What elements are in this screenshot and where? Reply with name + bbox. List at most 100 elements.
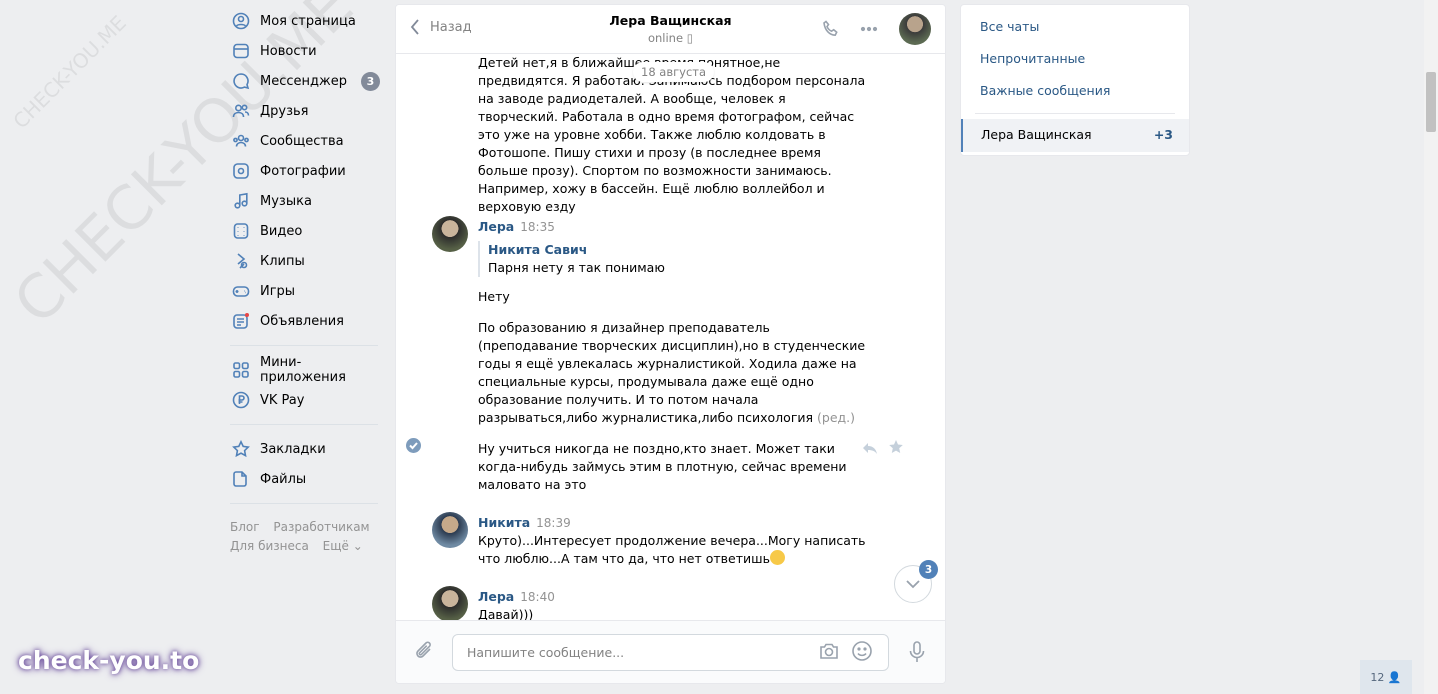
nav-item-files[interactable]: Файлы — [226, 464, 386, 494]
active-chat-item[interactable]: Лера Ващинская +3 — [961, 119, 1189, 152]
star-icon — [889, 440, 903, 453]
nav-divider — [230, 503, 378, 504]
peer-status-text: online — [647, 31, 684, 45]
nav-item-friends[interactable]: Друзья — [226, 96, 386, 126]
avatar[interactable] — [432, 216, 468, 252]
user-icon: 👤 — [1387, 670, 1402, 684]
photo-icon — [232, 162, 250, 180]
file-icon — [232, 470, 250, 488]
ads-icon — [232, 312, 250, 330]
page-scrollbar[interactable] — [1424, 0, 1438, 694]
date-separator: 18 августа — [633, 62, 715, 82]
message-text: По образованию я дизайнер преподаватель … — [478, 319, 868, 427]
chat-filter-panel: Все чаты Непрочитанные Важные сообщения … — [960, 4, 1190, 156]
message-body: По образованию я дизайнер преподаватель … — [478, 320, 866, 425]
nav-item-clips[interactable]: Клипы — [226, 246, 386, 276]
quote-author: Никита Савич — [488, 242, 588, 257]
author-name: Никита — [478, 515, 531, 530]
composer: Напишите сообщение... — [396, 620, 945, 683]
nav-label: Файлы — [260, 471, 307, 487]
message-text: Круто)...Интересует продолжение вечера..… — [478, 532, 868, 568]
unread-count-badge: 3 — [919, 560, 938, 579]
message-icon — [232, 72, 250, 90]
nav-label: Новости — [260, 43, 317, 59]
camera-icon — [820, 643, 838, 659]
attach-button[interactable] — [414, 640, 436, 666]
author-name: Лера — [478, 219, 515, 234]
avatar[interactable] — [432, 512, 468, 548]
watermark-text-small: CHECK-YOU.ME — [8, 10, 131, 134]
nav-label: Сообщества — [260, 133, 344, 149]
brand-watermark: check-you.to — [18, 646, 200, 675]
star-icon — [232, 440, 250, 458]
nav-item-music[interactable]: Музыка — [226, 186, 386, 216]
chevron-down-icon — [906, 580, 920, 589]
call-button[interactable] — [821, 19, 841, 43]
nav-item-games[interactable]: Игры — [226, 276, 386, 306]
nav-item-mini-apps[interactable]: Мини-приложения — [226, 355, 386, 385]
nav-item-video[interactable]: Видео — [226, 216, 386, 246]
author-name: Лера — [478, 589, 515, 604]
nav-item-ads[interactable]: Объявления — [226, 306, 386, 336]
checkmark-icon — [409, 442, 418, 450]
message-author[interactable]: Никита 18:39 — [478, 515, 571, 530]
filter-important[interactable]: Важные сообщения — [980, 83, 1110, 98]
online-friends-badge[interactable]: 12 👤 — [1360, 660, 1412, 694]
avatar[interactable] — [432, 586, 468, 621]
nav-footer: Блог Разработчикам Для бизнеса Ещё ⌄ — [226, 518, 386, 556]
message-body: Круто)...Интересует продолжение вечера..… — [478, 533, 866, 566]
microphone-icon — [909, 641, 925, 662]
nav-item-vk-pay[interactable]: VK Pay — [226, 385, 386, 415]
selected-check[interactable] — [406, 438, 421, 453]
nav-item-messenger[interactable]: Мессенджер 3 — [226, 66, 386, 96]
chat-header: Назад Лера Ващинская online ▯ — [396, 5, 945, 54]
nav-label: Друзья — [260, 103, 309, 119]
nav-item-my-page[interactable]: Моя страница — [226, 6, 386, 36]
message-text: Ну учиться никогда не поздно,кто знает. … — [478, 441, 847, 492]
message-history[interactable]: 18 августа Детей нет,я в ближайшее время… — [396, 54, 945, 621]
nav-item-bookmarks[interactable]: Закладки — [226, 434, 386, 464]
filter-all-chats[interactable]: Все чаты — [980, 19, 1039, 34]
nav-item-communities[interactable]: Сообщества — [226, 126, 386, 156]
vkpay-icon — [232, 391, 250, 409]
nav-item-photos[interactable]: Фотографии — [226, 156, 386, 186]
friends-icon — [232, 102, 250, 120]
more-dots-icon — [860, 26, 878, 32]
left-nav: Моя страница Новости Мессенджер 3 Друзья… — [226, 6, 386, 556]
message-time: 18:39 — [536, 516, 571, 530]
more-button[interactable] — [859, 19, 879, 43]
apps-icon — [232, 361, 250, 379]
filter-unread[interactable]: Непрочитанные — [980, 51, 1085, 66]
message-text: Давай))) — [478, 607, 534, 621]
emoji-button[interactable] — [851, 640, 873, 666]
nav-label: Мессенджер — [260, 73, 347, 89]
gamepad-icon — [232, 282, 250, 300]
nav-label: Моя страница — [260, 13, 356, 29]
scrollbar-thumb[interactable] — [1426, 72, 1436, 132]
groups-icon — [232, 132, 250, 150]
phone-icon — [823, 20, 838, 37]
music-icon — [232, 192, 250, 210]
message-author[interactable]: Лера 18:35 — [478, 219, 555, 234]
nav-item-news[interactable]: Новости — [226, 36, 386, 66]
mark-important-button[interactable] — [888, 439, 904, 459]
voice-message-button[interactable] — [906, 640, 928, 668]
footer-link-business[interactable]: Для бизнеса — [230, 539, 309, 553]
peer-avatar[interactable] — [899, 13, 931, 45]
online-friends-count: 12 — [1370, 670, 1385, 684]
footer-link-more[interactable]: Ещё ⌄ — [323, 539, 363, 553]
reply-quote[interactable]: Никита Савич Парня нету я так понимаю — [478, 241, 665, 277]
edited-marker: (ред.) — [817, 410, 856, 425]
reply-icon — [863, 443, 877, 454]
news-icon — [232, 42, 250, 60]
panel-divider — [975, 113, 1175, 114]
messenger-unread-badge: 3 — [361, 71, 380, 91]
message-author[interactable]: Лера 18:40 — [478, 589, 555, 604]
footer-link-developers[interactable]: Разработчикам — [273, 520, 369, 534]
camera-button[interactable] — [818, 640, 840, 666]
smile-icon — [852, 641, 872, 661]
footer-link-blog[interactable]: Блог — [230, 520, 260, 534]
mobile-icon: ▯ — [686, 31, 694, 45]
reply-button[interactable] — [862, 440, 878, 460]
message-text: Нету — [478, 289, 510, 304]
